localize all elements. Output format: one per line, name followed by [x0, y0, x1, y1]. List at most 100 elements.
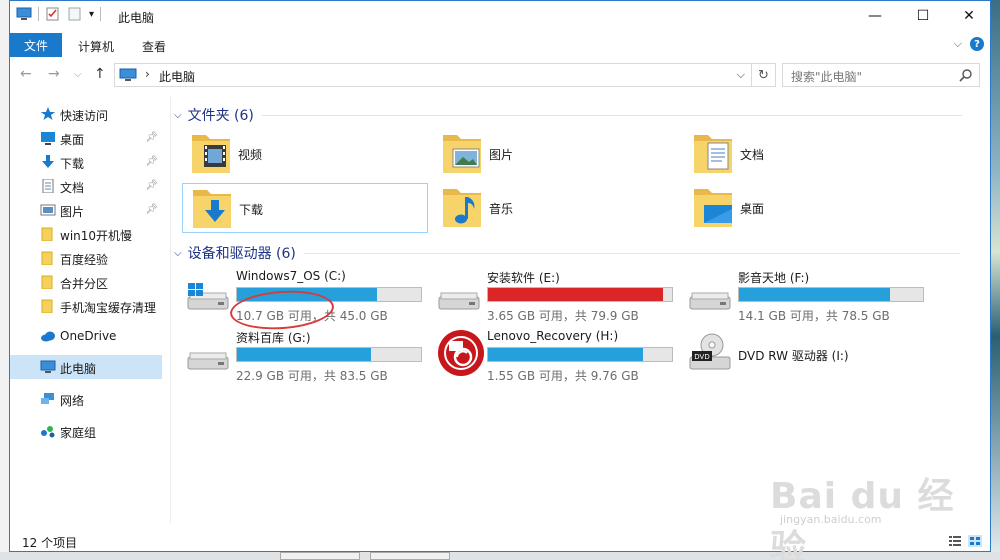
folder-videos[interactable]: 视频: [182, 129, 428, 179]
drive-h[interactable]: Lenovo_Recovery (H:) 1.55 GB 可用，共 9.76 G…: [437, 329, 681, 385]
windows-drive-icon: [187, 283, 229, 310]
address-dropdown-icon[interactable]: ⌵: [737, 68, 745, 82]
search-placeholder: 搜索"此电脑": [791, 70, 863, 84]
search-icon[interactable]: [959, 68, 973, 82]
folder-icon: [41, 227, 53, 241]
computer-icon: [119, 68, 137, 81]
folder-icon: [41, 251, 53, 265]
sidebar-item-pictures[interactable]: 图片 📌︎: [10, 198, 162, 222]
tiles-view-icon[interactable]: [968, 535, 982, 547]
sidebar-item-merge-partition[interactable]: 合并分区: [10, 270, 162, 294]
svg-text:DVD: DVD: [694, 353, 709, 361]
folder-music[interactable]: 音乐: [433, 183, 679, 233]
computer-icon: [16, 7, 32, 20]
documents-folder-icon: [694, 135, 732, 173]
sidebar-item-downloads[interactable]: 下载 📌︎: [10, 150, 162, 174]
sidebar-item-label: 百度经验: [60, 253, 109, 267]
ribbon-controls: ⌵ ?: [954, 37, 984, 51]
customize-toolbar-icon[interactable]: ▾: [89, 9, 94, 20]
music-folder-icon: [443, 189, 481, 227]
sidebar-item-label: 桌面: [60, 133, 85, 147]
drive-usage-fill: [488, 348, 643, 361]
folder-documents[interactable]: 文档: [684, 129, 930, 179]
refresh-icon[interactable]: ↻: [751, 64, 775, 86]
breadcrumb-this-pc[interactable]: 此电脑: [159, 68, 195, 85]
sidebar-item-onedrive[interactable]: OneDrive: [10, 324, 162, 348]
pin-icon[interactable]: 📌︎: [145, 156, 158, 167]
drives-group-title: 设备和驱动器 (6): [187, 246, 296, 262]
sidebar-item-label: 文档: [60, 181, 85, 195]
breadcrumb-chevron[interactable]: ›: [145, 67, 150, 81]
tab-file[interactable]: 文件: [10, 33, 62, 57]
tab-computer[interactable]: 计算机: [78, 38, 114, 55]
drive-free-space: 1.55 GB 可用，共 9.76 GB: [487, 369, 639, 383]
drive-usage-fill: [488, 288, 663, 301]
folder-desktop[interactable]: 桌面: [684, 183, 930, 233]
sidebar-item-label: OneDrive: [60, 329, 117, 343]
minimize-button[interactable]: —: [852, 1, 898, 31]
drive-usage-bar: [236, 347, 422, 362]
drive-e[interactable]: 安装软件 (E:) 3.65 GB 可用，共 79.9 GB: [437, 269, 681, 325]
help-icon[interactable]: ?: [970, 37, 984, 51]
address-box[interactable]: › 此电脑 ⌵ ↻: [114, 63, 776, 87]
close-button[interactable]: ✕: [946, 1, 992, 31]
maximize-button[interactable]: ☐: [900, 1, 946, 31]
pin-icon[interactable]: 📌︎: [145, 180, 158, 191]
group-divider: [261, 114, 962, 116]
back-arrow-icon[interactable]: ←: [20, 66, 32, 82]
sidebar-item-quick-access[interactable]: 快速访问: [10, 102, 162, 126]
drive-usage-fill: [237, 348, 372, 361]
folder-pictures[interactable]: 图片: [433, 129, 679, 179]
sidebar-item-this-pc[interactable]: 此电脑: [10, 355, 162, 379]
pin-icon[interactable]: 📌︎: [145, 204, 158, 215]
properties-icon[interactable]: [45, 7, 61, 21]
drive-dvd[interactable]: DVD DVD RW 驱动器 (I:): [688, 329, 932, 385]
sidebar-item-documents[interactable]: 文档 📌︎: [10, 174, 162, 198]
recent-locations-icon[interactable]: ⌵: [74, 69, 82, 80]
desktop-background-right: [990, 0, 1000, 560]
sidebar-item-desktop[interactable]: 桌面 📌︎: [10, 126, 162, 150]
background-dialog-button: [280, 552, 360, 560]
drive-g[interactable]: 资料百库 (G:) 22.9 GB 可用，共 83.5 GB: [186, 329, 430, 385]
drive-usage-bar: [487, 287, 673, 302]
sidebar-item-baidu-jingyan[interactable]: 百度经验: [10, 246, 162, 270]
chevron-down-icon[interactable]: ⌵: [174, 110, 182, 121]
pictures-icon: [40, 204, 56, 216]
desktop-icon: [41, 132, 55, 145]
drive-name: Lenovo_Recovery (H:): [487, 329, 619, 343]
sidebar-item-label: 此电脑: [60, 362, 97, 376]
forward-arrow-icon[interactable]: →: [48, 66, 60, 82]
tab-view[interactable]: 查看: [142, 38, 166, 55]
folder-label: 桌面: [740, 202, 765, 216]
chevron-down-icon[interactable]: ⌵: [174, 248, 182, 259]
videos-folder-icon: [192, 135, 230, 173]
download-icon: [42, 155, 54, 168]
homegroup-icon: [41, 426, 55, 438]
pane-divider[interactable]: [170, 97, 171, 523]
hard-drive-icon: [438, 292, 480, 310]
sidebar-item-network[interactable]: 网络: [10, 387, 162, 411]
sidebar-item-label: 家庭组: [60, 426, 97, 440]
sidebar-item-homegroup[interactable]: 家庭组: [10, 419, 162, 443]
search-input[interactable]: 搜索"此电脑": [782, 63, 980, 87]
sidebar-item-label: 网络: [60, 394, 85, 408]
drives-group-header[interactable]: ⌵ 设备和驱动器 (6): [174, 243, 960, 263]
new-folder-icon[interactable]: [67, 7, 83, 21]
group-divider: [303, 252, 960, 254]
folder-label: 下载: [239, 203, 264, 217]
background-dialog-button: [370, 552, 450, 560]
navigation-bar: ← → ⌵ ↑ › 此电脑 ⌵ ↻ 搜索"此电脑": [10, 61, 990, 89]
baidu-watermark: Bai du 经验 jingyan.baidu.com: [770, 453, 970, 560]
downloads-folder-icon: [193, 190, 231, 228]
drive-f[interactable]: 影音天地 (F:) 14.1 GB 可用，共 78.5 GB: [688, 269, 932, 325]
pin-icon[interactable]: 📌︎: [145, 132, 158, 143]
folders-group-header[interactable]: ⌵ 文件夹 (6): [174, 105, 962, 125]
desktop-folder-icon: [694, 189, 732, 227]
dvd-drive-icon: DVD: [689, 333, 731, 370]
folder-downloads[interactable]: 下载: [182, 183, 428, 233]
sidebar-item-taobao-cache[interactable]: 手机淘宝缓存清理: [10, 294, 162, 318]
up-arrow-icon[interactable]: ↑: [94, 66, 106, 82]
expand-ribbon-icon[interactable]: ⌵: [954, 37, 962, 51]
folders-group-title: 文件夹 (6): [187, 108, 254, 124]
sidebar-item-win10[interactable]: win10开机慢: [10, 222, 162, 246]
